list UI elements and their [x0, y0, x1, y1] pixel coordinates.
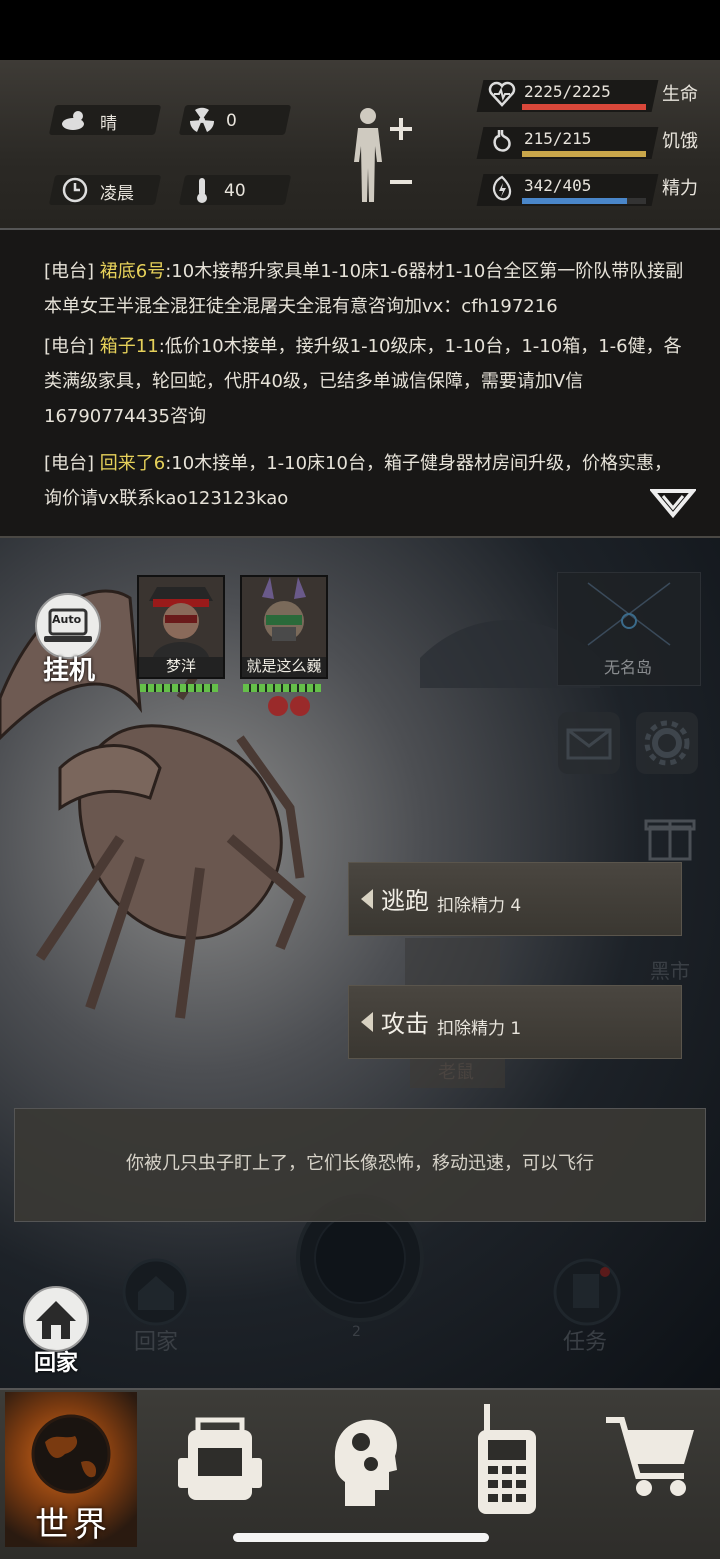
health-value: 2225/2225: [524, 82, 611, 101]
party-member-name: 就是这么巍: [246, 657, 322, 675]
party-member-portrait[interactable]: 就是这么巍: [240, 575, 328, 679]
globe-icon: [31, 1414, 111, 1494]
home-indicator[interactable]: [233, 1533, 489, 1542]
chat-message: [电台] 回来了6:10木接单，1-10床10台，箱子健身器材房间升级，价格实惠…: [44, 446, 684, 516]
cart-icon: [606, 1417, 694, 1496]
human-body-icon: [354, 108, 412, 202]
chat-message: [电台] 裙底6号:10木接帮升家具单1-10床1-6器材1-10台全区第一阶队…: [44, 254, 684, 324]
energy-value: 342/405: [524, 176, 592, 195]
party-member-hp-fill: [140, 684, 218, 692]
settings-button[interactable]: [636, 712, 698, 774]
radio-icon: [478, 1404, 536, 1514]
energy-bar: 342/405 精力: [476, 170, 710, 210]
map-icon: [587, 582, 671, 646]
temperature-value: 40: [224, 181, 246, 201]
chat-sender[interactable]: 箱子11: [100, 336, 159, 357]
tab-backpack[interactable]: [170, 1400, 290, 1545]
backpack-icon: [178, 1417, 262, 1500]
gift-button[interactable]: [640, 805, 700, 865]
energy-track: [522, 198, 646, 204]
auto-label: 挂机: [43, 656, 96, 686]
home-label: 回家: [34, 1351, 79, 1376]
clock-icon: [60, 175, 90, 205]
character-avatar: [242, 577, 326, 657]
hunger-track: [522, 151, 646, 157]
auto-battle-button[interactable]: Auto 挂机: [30, 590, 108, 686]
hunger-fill: [522, 151, 646, 157]
party-member-hp: [140, 684, 218, 692]
flee-button[interactable]: 逃跑 扣除精力 4: [348, 862, 682, 936]
mail-button[interactable]: [558, 712, 620, 774]
task-button[interactable]: 任务: [553, 1258, 621, 1355]
thermometer-icon: [187, 175, 217, 205]
task-icon: [553, 1258, 621, 1326]
chat-tag: [电台]: [44, 261, 95, 282]
health-bar: 2225/2225 生命: [476, 76, 710, 116]
top-black-bar: [0, 0, 720, 60]
event-message-box: 你被几只虫子盯上了，它们长像恐怖，移动迅速，可以飞行: [14, 1108, 706, 1222]
party-member-hp: [243, 684, 321, 692]
health-label: 生命: [662, 84, 698, 105]
heart-pulse-icon: [488, 81, 516, 109]
gift-icon: [644, 819, 696, 861]
home-icon: [122, 1258, 190, 1326]
action-cost: 扣除精力 4: [437, 896, 522, 916]
brain-gear-icon: [334, 1419, 397, 1506]
chat-sender[interactable]: 裙底6号: [100, 261, 165, 282]
health-fill: [522, 104, 646, 110]
hunger-bar: 215/215 饥饿: [476, 123, 710, 163]
character-avatar: [139, 577, 223, 657]
chat-tag: [电台]: [44, 336, 95, 357]
hunger-label: 饥饿: [662, 131, 698, 152]
body-status-button[interactable]: [348, 102, 418, 212]
chevron-down-icon[interactable]: [648, 488, 698, 519]
task-label: 任务: [563, 1330, 608, 1355]
gear-icon: [644, 720, 690, 766]
health-track: [522, 104, 646, 110]
energy-icon: [488, 175, 516, 203]
tab-skills[interactable]: [315, 1400, 435, 1545]
chevron-left-icon: [361, 1012, 373, 1032]
radiation-icon: [187, 105, 217, 135]
energy-fill: [522, 198, 627, 204]
action-label: 攻击: [381, 1010, 429, 1038]
party-member-name: 梦洋: [165, 657, 196, 675]
attack-button[interactable]: 攻击 扣除精力 1: [348, 985, 682, 1059]
party-member-portrait[interactable]: 梦洋: [137, 575, 225, 679]
mail-icon: [566, 728, 612, 760]
action-label: 逃跑: [381, 887, 429, 915]
home-ghost-label: 回家: [134, 1330, 179, 1355]
compass-badge: 2: [352, 1324, 361, 1340]
tab-world-label: 世界: [35, 1505, 111, 1545]
black-market-label[interactable]: 黑市: [650, 955, 690, 984]
rat-label: 老鼠: [438, 1062, 474, 1083]
chat-sender[interactable]: 回来了6: [100, 453, 165, 474]
stomach-icon: [488, 128, 516, 156]
weather-label: 晴: [100, 114, 117, 134]
cloud-sun-icon: [60, 105, 90, 135]
tab-radio[interactable]: [462, 1400, 582, 1545]
time-label: 凌晨: [100, 184, 134, 204]
event-message: 你被几只虫子盯上了，它们长像恐怖，移动迅速，可以飞行: [126, 1153, 594, 1174]
radiation-value: 0: [226, 111, 237, 131]
tab-shop[interactable]: [600, 1400, 720, 1545]
tab-world[interactable]: 世界: [5, 1392, 137, 1547]
chat-message: [电台] 箱子11:低价10木接单，接升级1-10级床，1-10台，1-10箱，…: [44, 329, 684, 434]
home-ghost-button: 回家: [122, 1258, 190, 1355]
action-cost: 扣除精力 1: [437, 1019, 522, 1039]
auto-icon-text: Auto: [52, 613, 82, 626]
map-location-label: 无名岛: [603, 658, 652, 677]
chat-tag: [电台]: [44, 453, 95, 474]
status-panel: 晴 0 凌晨 40 2225/2225 生命 215/215 饥饿 342/40…: [0, 60, 720, 230]
energy-label: 精力: [662, 178, 698, 199]
hunger-value: 215/215: [524, 129, 592, 148]
home-button[interactable]: 回家: [22, 1285, 92, 1376]
radio-chat-panel[interactable]: [电台] 裙底6号:10木接帮升家具单1-10床1-6器材1-10台全区第一阶队…: [0, 230, 720, 538]
chevron-left-icon: [361, 889, 373, 909]
party-member-hp-fill: [243, 684, 321, 692]
